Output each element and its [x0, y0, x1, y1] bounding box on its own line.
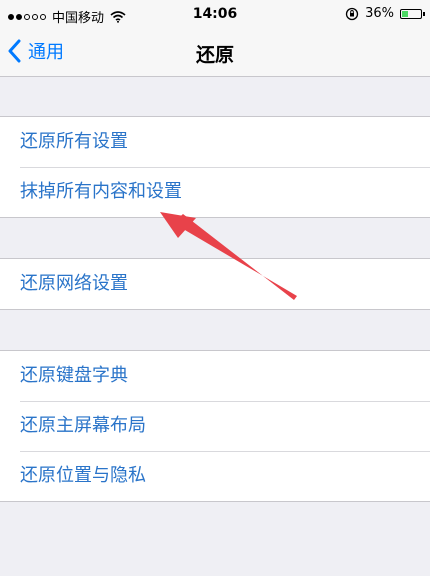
battery-icon — [400, 8, 425, 19]
orientation-lock-icon — [345, 7, 359, 20]
status-right: 36% — [345, 6, 425, 21]
reset-home-screen-layout-cell[interactable]: 还原主屏幕布局 — [0, 401, 430, 451]
reset-location-privacy-cell[interactable]: 还原位置与隐私 — [0, 451, 430, 501]
reset-keyboard-dictionary-cell[interactable]: 还原键盘字典 — [0, 351, 430, 401]
status-bar: 中国移动 14:06 36% — [0, 0, 430, 30]
settings-group-3: 还原键盘字典 还原主屏幕布局 还原位置与隐私 — [0, 350, 430, 502]
reset-all-settings-cell[interactable]: 还原所有设置 — [0, 117, 430, 167]
battery-level-fill — [402, 10, 409, 17]
navigation-bar: 通用 还原 — [0, 30, 430, 77]
settings-group-1: 还原所有设置 抹掉所有内容和设置 — [0, 116, 430, 218]
reset-network-settings-cell[interactable]: 还原网络设置 — [0, 259, 430, 309]
erase-all-content-cell[interactable]: 抹掉所有内容和设置 — [0, 167, 430, 217]
page-title: 还原 — [195, 44, 234, 66]
settings-group-2: 还原网络设置 — [0, 258, 430, 310]
battery-percent: 36% — [365, 6, 394, 21]
